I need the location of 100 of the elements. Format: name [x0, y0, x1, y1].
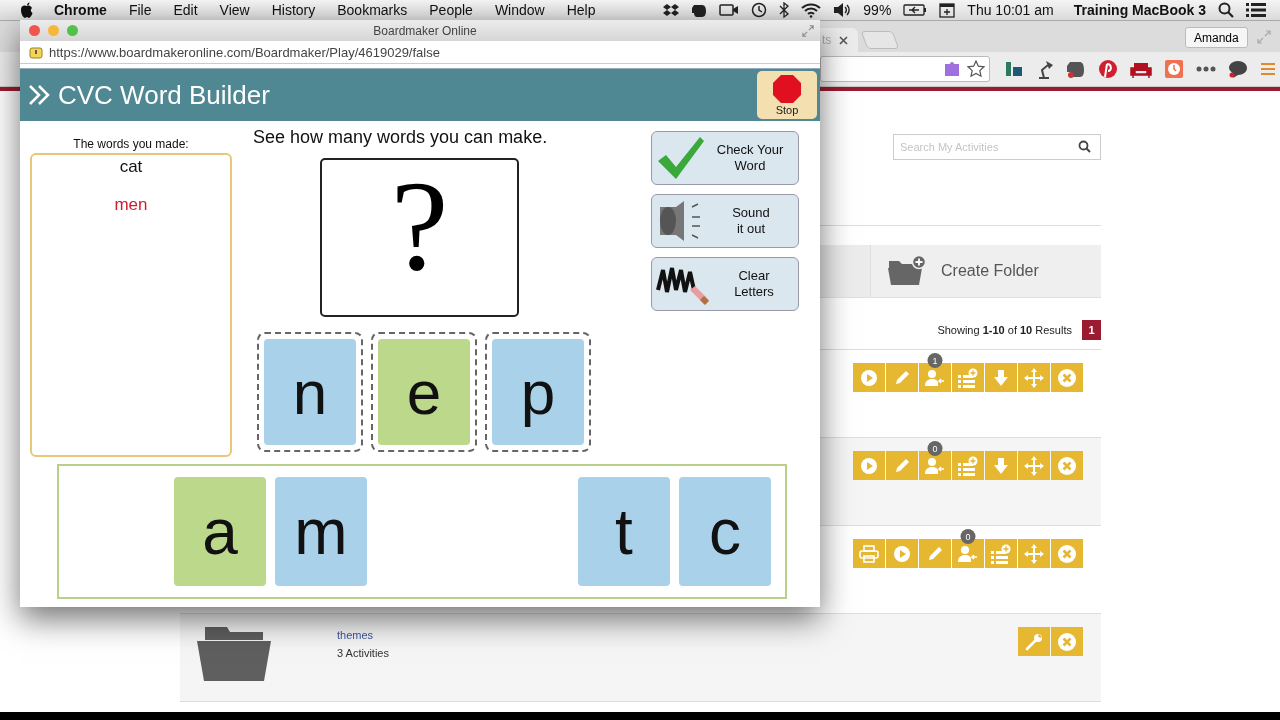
letter-slot[interactable]: p [485, 332, 591, 452]
battery-icon[interactable] [903, 4, 928, 16]
more-icon[interactable] [1196, 66, 1216, 72]
download-button[interactable] [985, 451, 1017, 480]
made-word: cat [119, 157, 143, 177]
profile-button[interactable]: Amanda [1185, 27, 1248, 48]
pencil-icon [893, 456, 911, 475]
clear-button[interactable]: Clear Letters [651, 257, 799, 311]
menu-item[interactable]: Bookmarks [337, 2, 408, 18]
close-window-button[interactable] [29, 25, 40, 36]
letter-tile[interactable]: e [378, 339, 470, 445]
letter-tile[interactable]: p [492, 339, 584, 445]
letter-slot[interactable]: n [257, 332, 363, 452]
dropbox-icon[interactable] [663, 3, 680, 17]
assign-button[interactable] [919, 363, 951, 392]
print-button[interactable] [853, 539, 885, 568]
lock-warning-icon [29, 45, 43, 59]
speech-bubble-icon[interactable] [1228, 59, 1248, 79]
search-icon[interactable] [1078, 140, 1091, 153]
check-button[interactable]: Check Your Word [651, 131, 799, 185]
clock-icon[interactable] [751, 2, 768, 18]
activity-count: 3 Activities [337, 647, 389, 659]
folder-icon [197, 627, 271, 681]
move-button[interactable] [1018, 363, 1050, 392]
menu-item[interactable]: Edit [173, 2, 198, 18]
page-button[interactable]: 1 [1082, 320, 1101, 340]
list-plus-icon [957, 455, 979, 476]
move-icon [1024, 543, 1044, 564]
app-menu[interactable]: Chrome [54, 2, 107, 18]
letter-tile[interactable]: a [174, 477, 266, 586]
play-button[interactable] [886, 539, 918, 568]
menu-item[interactable]: People [429, 2, 473, 18]
user-name[interactable]: Training MacBook 3 [1073, 2, 1206, 18]
battery-percent: 99% [863, 2, 892, 18]
list-plus-icon [957, 367, 979, 388]
pin-icon[interactable] [1098, 59, 1118, 79]
menu-item[interactable]: Window [494, 2, 545, 18]
move-icon [1024, 455, 1044, 476]
letter-tile[interactable]: n [264, 339, 356, 445]
assign-button[interactable] [919, 451, 951, 480]
star-icon[interactable] [967, 60, 985, 78]
close-icon [1057, 455, 1077, 476]
lamp-icon[interactable] [1036, 59, 1054, 79]
search-field[interactable]: Search My Activities [893, 134, 1101, 160]
letter-slot[interactable]: e [371, 332, 477, 452]
made-word: men [114, 195, 148, 215]
zoom-window-button[interactable] [67, 25, 78, 36]
url-text: https://www.boardmakeronline.com/Boardmaker/Play/4619029/false [49, 44, 440, 60]
words-label: The words you made: [73, 137, 189, 153]
download-button[interactable] [985, 363, 1017, 392]
clock-text[interactable]: Thu 10:01 am [967, 2, 1054, 18]
assign-button[interactable] [952, 539, 984, 568]
menu-icon[interactable] [1260, 62, 1276, 76]
close-icon [1057, 631, 1077, 652]
delete-button[interactable] [1051, 363, 1083, 392]
video-camera-icon[interactable] [719, 3, 740, 17]
question-mark: ? [390, 160, 449, 299]
bluetooth-icon[interactable] [779, 2, 790, 18]
delete-button[interactable] [1051, 539, 1083, 568]
search-icon[interactable] [1218, 2, 1234, 18]
apple-icon[interactable] [20, 2, 34, 18]
letter-tile[interactable]: m [275, 477, 367, 586]
close-icon[interactable] [839, 35, 849, 45]
sound-button[interactable]: Sound it out [651, 194, 799, 248]
menu-item[interactable]: History [271, 2, 316, 18]
letter-tile[interactable]: c [679, 477, 771, 586]
letter-tile[interactable]: t [578, 477, 670, 586]
play-button[interactable] [853, 363, 885, 392]
wifi-icon[interactable] [801, 2, 822, 18]
settings-button[interactable] [1018, 627, 1050, 656]
checkmark-icon [656, 135, 706, 181]
address-bar[interactable] [820, 56, 990, 82]
down-arrow-icon [992, 456, 1010, 475]
stop-button[interactable]: Stop [757, 71, 817, 119]
results-count: Showing 1-10 of 10 Results [937, 324, 1072, 336]
move-button[interactable] [1018, 451, 1050, 480]
menu-item[interactable]: Help [566, 2, 596, 18]
pencil-icon [926, 544, 944, 563]
folder-link[interactable]: themes [337, 629, 389, 641]
menu-item[interactable]: File [128, 2, 152, 18]
play-button[interactable] [853, 451, 885, 480]
wrench-icon [1025, 632, 1043, 651]
down-arrow-icon [992, 368, 1010, 387]
list-icon[interactable] [1246, 3, 1266, 17]
extension-icon[interactable] [1004, 59, 1024, 79]
move-button[interactable] [1018, 539, 1050, 568]
delete-button[interactable] [1051, 627, 1083, 656]
play-icon [860, 368, 878, 387]
timer-icon[interactable] [1164, 59, 1184, 79]
volume-icon[interactable] [833, 2, 852, 18]
delete-button[interactable] [1051, 451, 1083, 480]
fullscreen-icon[interactable] [802, 24, 814, 37]
sofa-icon[interactable] [1130, 60, 1152, 78]
user-arrow-icon [958, 544, 978, 563]
close-icon [1057, 367, 1077, 388]
play-icon [893, 544, 911, 563]
menu-item[interactable]: View [219, 2, 250, 18]
close-icon [1057, 543, 1077, 564]
pencil-icon [893, 368, 911, 387]
activity-title: CVC Word Builder [58, 79, 270, 111]
